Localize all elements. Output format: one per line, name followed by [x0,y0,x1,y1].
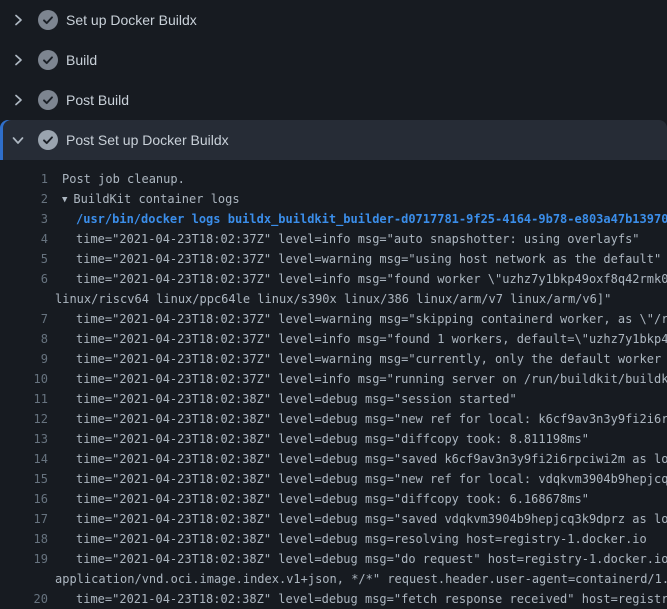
steps-list: Set up Docker Buildx Build Post Build [0,0,667,160]
log-line: 15 time="2021-04-23T18:02:38Z" level=deb… [0,469,667,489]
chevron-right-icon [10,12,26,28]
log-line: 17 time="2021-04-23T18:02:38Z" level=deb… [0,509,667,529]
log-line: 12 time="2021-04-23T18:02:38Z" level=deb… [0,409,667,429]
log-line-number[interactable]: 13 [0,429,48,449]
log-line-text: Post job cleanup. [48,169,185,189]
log-line-number[interactable] [0,289,48,309]
log-line: 8 time="2021-04-23T18:02:37Z" level=info… [0,329,667,349]
log-line-text: time="2021-04-23T18:02:38Z" level=debug … [48,489,589,509]
log-line: application/vnd.oci.image.index.v1+json,… [0,569,667,589]
chevron-right-icon [10,92,26,108]
log-line-number[interactable]: 6 [0,269,48,289]
log-line: linux/riscv64 linux/ppc64le linux/s390x … [0,289,667,309]
log-line: 14 time="2021-04-23T18:02:38Z" level=deb… [0,449,667,469]
chevron-right-icon [10,52,26,68]
log-line-number[interactable]: 1 [0,169,48,189]
log-line: 6 time="2021-04-23T18:02:37Z" level=info… [0,269,667,289]
log-line-text: time="2021-04-23T18:02:37Z" level=warnin… [48,249,661,269]
log-line: 3 /usr/bin/docker logs buildx_buildkit_b… [0,209,667,229]
log-line-number[interactable]: 18 [0,529,48,549]
step-label: Build [66,52,97,68]
log-panel: 1 Post job cleanup. 2 ▼BuildKit containe… [0,160,667,609]
log-line-text: time="2021-04-23T18:02:38Z" level=debug … [48,509,667,529]
log-line-text: ▼BuildKit container logs [48,189,240,209]
log-line-number[interactable]: 11 [0,389,48,409]
log-line: 2 ▼BuildKit container logs [0,189,667,209]
step-label: Post Build [66,92,129,108]
chevron-down-icon [10,132,26,148]
step-header-build[interactable]: Build [0,40,667,80]
log-line-number[interactable]: 19 [0,549,48,569]
log-line: 16 time="2021-04-23T18:02:38Z" level=deb… [0,489,667,509]
log-line-number[interactable]: 20 [0,589,48,609]
step-header-post-set-up-docker-buildx[interactable]: Post Set up Docker Buildx [0,120,667,160]
log-line-number[interactable]: 5 [0,249,48,269]
log-line: 18 time="2021-04-23T18:02:38Z" level=deb… [0,529,667,549]
log-line-text: time="2021-04-23T18:02:37Z" level=info m… [48,229,640,249]
log-line: 5 time="2021-04-23T18:02:37Z" level=warn… [0,249,667,269]
log-line-text: time="2021-04-23T18:02:38Z" level=debug … [48,409,667,429]
log-line-number[interactable]: 12 [0,409,48,429]
log-line: 1 Post job cleanup. [0,169,667,189]
log-line: 19 time="2021-04-23T18:02:38Z" level=deb… [0,549,667,569]
log-line-number[interactable]: 14 [0,449,48,469]
log-line-text: /usr/bin/docker logs buildx_buildkit_bui… [48,209,667,229]
log-line-text: time="2021-04-23T18:02:37Z" level=warnin… [48,349,667,369]
log-line-text: time="2021-04-23T18:02:38Z" level=debug … [48,449,667,469]
log-line-number[interactable]: 10 [0,369,48,389]
log-line-text: time="2021-04-23T18:02:38Z" level=debug … [48,469,667,489]
log-line-text: time="2021-04-23T18:02:38Z" level=debug … [48,589,667,609]
step-header-post-build[interactable]: Post Build [0,80,667,120]
step-label: Set up Docker Buildx [66,12,197,28]
log-line-number[interactable]: 2 [0,189,48,209]
log-line-text: time="2021-04-23T18:02:37Z" level=info m… [48,329,667,349]
log-line: 7 time="2021-04-23T18:02:37Z" level=warn… [0,309,667,329]
log-line-text: time="2021-04-23T18:02:37Z" level=info m… [48,269,667,289]
log-line: 11 time="2021-04-23T18:02:38Z" level=deb… [0,389,667,409]
check-circle-icon [38,130,58,150]
log-line-number[interactable] [0,569,48,589]
log-line-number[interactable]: 3 [0,209,48,229]
group-collapse-icon[interactable]: ▼ [62,195,67,205]
log-line-text: linux/riscv64 linux/ppc64le linux/s390x … [48,289,611,309]
log-line-text: time="2021-04-23T18:02:37Z" level=warnin… [48,309,667,329]
log-line-text: application/vnd.oci.image.index.v1+json,… [48,569,667,589]
log-line-text: time="2021-04-23T18:02:38Z" level=debug … [48,389,517,409]
check-circle-icon [38,10,58,30]
log-line-text: time="2021-04-23T18:02:38Z" level=debug … [48,549,667,569]
log-line-number[interactable]: 4 [0,229,48,249]
log-line: 20 time="2021-04-23T18:02:38Z" level=deb… [0,589,667,609]
log-line-number[interactable]: 17 [0,509,48,529]
log-line-number[interactable]: 16 [0,489,48,509]
log-line-number[interactable]: 15 [0,469,48,489]
step-label: Post Set up Docker Buildx [66,132,229,148]
log-line: 9 time="2021-04-23T18:02:37Z" level=warn… [0,349,667,369]
log-line-text: time="2021-04-23T18:02:38Z" level=debug … [48,529,647,549]
log-line-number[interactable]: 7 [0,309,48,329]
log-line-text: time="2021-04-23T18:02:38Z" level=debug … [48,429,589,449]
log-line: 13 time="2021-04-23T18:02:38Z" level=deb… [0,429,667,449]
log-line-number[interactable]: 8 [0,329,48,349]
step-header-set-up-docker-buildx[interactable]: Set up Docker Buildx [0,0,667,40]
log-line-text: time="2021-04-23T18:02:37Z" level=info m… [48,369,667,389]
log-line: 10 time="2021-04-23T18:02:37Z" level=inf… [0,369,667,389]
check-circle-icon [38,50,58,70]
log-line-number[interactable]: 9 [0,349,48,369]
check-circle-icon [38,90,58,110]
log-line: 4 time="2021-04-23T18:02:37Z" level=info… [0,229,667,249]
